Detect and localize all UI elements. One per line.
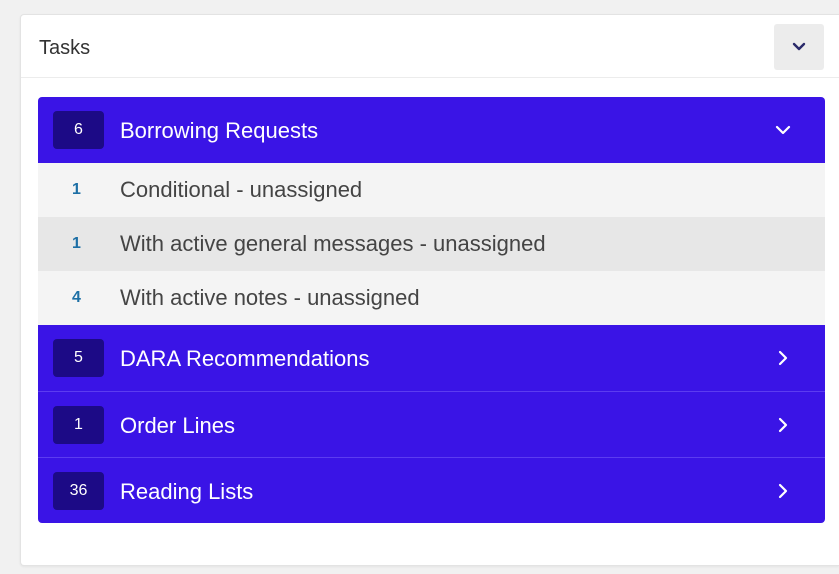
subitem-count: 1 xyxy=(72,235,81,252)
chevron-right-icon[interactable] xyxy=(775,482,791,500)
task-subitem[interactable]: 1 With active general messages - unassig… xyxy=(38,217,825,271)
subitem-count: 1 xyxy=(72,181,81,198)
task-group-label: Borrowing Requests xyxy=(120,118,319,143)
tasks-widget: Tasks 6 Borrowing Requests 1 Conditional… xyxy=(20,14,839,566)
chevron-right-icon[interactable] xyxy=(775,349,791,367)
task-group-reading-lists[interactable]: 36 Reading Lists xyxy=(38,457,825,523)
task-group-dara-recommendations[interactable]: 5 DARA Recommendations xyxy=(38,325,825,391)
chevron-right-icon[interactable] xyxy=(775,416,791,434)
subitem-label: With active notes - unassigned xyxy=(120,285,420,310)
collapse-widget-button[interactable] xyxy=(774,24,824,70)
subitem-label: Conditional - unassigned xyxy=(120,177,363,202)
subitem-count: 4 xyxy=(72,289,81,306)
task-list: 6 Borrowing Requests 1 Conditional - una… xyxy=(38,97,825,523)
count-badge: 36 xyxy=(53,472,104,510)
count-badge: 5 xyxy=(53,339,104,377)
subitem-label: With active general messages - unassigne… xyxy=(120,231,546,256)
count-badge: 6 xyxy=(53,111,104,149)
task-group-order-lines[interactable]: 1 Order Lines xyxy=(38,391,825,457)
chevron-down-icon xyxy=(792,42,806,51)
task-group-borrowing-requests[interactable]: 6 Borrowing Requests xyxy=(38,97,825,163)
task-group-label: Order Lines xyxy=(120,413,235,438)
task-group-label: Reading Lists xyxy=(120,479,254,504)
chevron-down-icon[interactable] xyxy=(775,121,791,139)
task-subitem[interactable]: 4 With active notes - unassigned xyxy=(38,271,825,325)
count-badge: 1 xyxy=(53,406,104,444)
widget-header: Tasks xyxy=(21,15,839,78)
widget-title: Tasks xyxy=(39,37,91,59)
task-group-label: DARA Recommendations xyxy=(120,346,370,371)
task-subitem[interactable]: 1 Conditional - unassigned xyxy=(38,163,825,217)
